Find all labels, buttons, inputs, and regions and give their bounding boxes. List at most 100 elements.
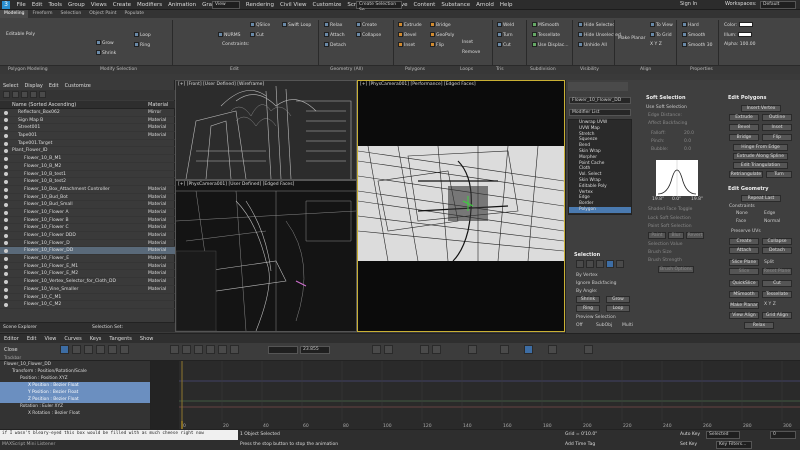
tangent-auto-icon[interactable] xyxy=(170,345,179,354)
unhide-all-button[interactable]: Unhide All xyxy=(578,42,607,48)
menu-civil-view[interactable]: Civil View xyxy=(277,0,309,10)
lock-selection-icon[interactable] xyxy=(524,345,533,354)
list-item[interactable]: Flower_10_Vertex_Selector_for_Cloth_DD Ma… xyxy=(0,278,175,286)
detach-button[interactable]: Detach xyxy=(324,42,346,48)
visibility-eye-icon[interactable] xyxy=(4,133,8,138)
menu-tools[interactable]: Tools xyxy=(45,0,65,10)
display-lights-icon[interactable] xyxy=(30,91,37,98)
paint-button[interactable]: Paint xyxy=(648,232,666,239)
affect-backfacing-checkbox[interactable]: Affect Backfacing xyxy=(648,121,687,126)
scale-values-icon[interactable] xyxy=(96,345,105,354)
by-angle-checkbox[interactable]: By Angle: xyxy=(576,289,598,294)
bevel-button[interactable]: Bevel xyxy=(398,32,417,38)
bubble-value[interactable]: 0.0 xyxy=(684,147,691,152)
value-field[interactable]: 23.855 xyxy=(300,346,330,354)
tab-freeform[interactable]: Freeform xyxy=(28,10,56,18)
visibility-eye-icon[interactable] xyxy=(4,126,8,131)
viewport-front[interactable]: [+] [Front] [User Defined] [Wireframe] xyxy=(175,80,357,180)
view-dropdown[interactable]: View xyxy=(212,1,240,9)
workspace-dropdown[interactable]: Default xyxy=(760,1,796,9)
frame-value-icon[interactable] xyxy=(432,345,441,354)
visibility-eye-icon[interactable] xyxy=(4,195,8,200)
viewport-label[interactable]: [+] [PhysCamera001] [Performance] [Edged… xyxy=(360,82,476,87)
sign-in-link[interactable]: Sign In xyxy=(680,1,697,7)
visibility-eye-icon[interactable] xyxy=(4,279,8,284)
visibility-eye-icon[interactable] xyxy=(4,264,8,269)
extrude-button[interactable]: Extrude xyxy=(398,22,422,28)
visibility-eye-icon[interactable] xyxy=(4,187,8,192)
grow-button[interactable]: Grow xyxy=(96,40,114,46)
menu-content[interactable]: Content xyxy=(410,0,438,10)
slice-plane-button[interactable]: Slice Plane xyxy=(729,259,759,266)
menu-customize[interactable]: Customize xyxy=(309,0,344,10)
use-soft-selection-checkbox[interactable]: Use Soft Selection xyxy=(646,105,687,110)
illum-field[interactable]: Illum: xyxy=(724,32,753,38)
edit-polygons-heading[interactable]: Edit Polygons xyxy=(728,95,766,101)
repeat-last-button[interactable]: Repeat Last xyxy=(741,195,781,202)
tangent-fast-icon[interactable] xyxy=(194,345,203,354)
constraint-edge-radio[interactable]: Edge xyxy=(764,211,775,216)
hinge-from-edge-button[interactable]: Hinge From Edge xyxy=(733,144,788,151)
edit-geometry-heading[interactable]: Edit Geometry xyxy=(728,186,769,192)
nurms-button[interactable]: NURMS xyxy=(218,32,241,38)
reset-plane-button[interactable]: Reset Plane xyxy=(762,268,792,275)
flip-poly-button[interactable]: Flip xyxy=(762,134,792,141)
track-row[interactable]: Rotation : Euler XYZ xyxy=(0,403,150,410)
hide-selected-button[interactable]: Hide Selected xyxy=(578,22,615,28)
track-row[interactable]: Position : Position XYZ xyxy=(0,375,150,382)
brush-options-button[interactable]: Brush Options xyxy=(658,266,694,273)
collapse-geo-button[interactable]: Collapse xyxy=(762,238,792,245)
alpha-field[interactable]: Alpha: 100.00 xyxy=(724,42,756,47)
menu-modifiers[interactable]: Modifiers xyxy=(134,0,165,10)
inset-button[interactable]: Inset xyxy=(398,42,415,48)
detach-geo-button[interactable]: Detach xyxy=(762,247,792,254)
menu-help[interactable]: Help xyxy=(497,0,516,10)
constraint-none-radio[interactable]: None xyxy=(736,211,748,216)
turn-poly-button[interactable]: Turn xyxy=(766,171,792,178)
column-name-header[interactable]: Name (Sorted Ascending) xyxy=(12,101,76,109)
menu-rendering[interactable]: Rendering xyxy=(243,0,277,10)
list-item[interactable]: Street001 Material xyxy=(0,124,175,133)
slice-button[interactable]: Slice xyxy=(729,268,759,275)
attach-geo-button[interactable]: Attach xyxy=(729,247,759,254)
shrink-selection-button[interactable]: Shrink xyxy=(576,296,600,303)
ring-selection-button[interactable]: Ring xyxy=(576,305,600,312)
tessellate-geo-button[interactable]: Tessellate xyxy=(762,291,792,298)
list-item[interactable]: Flower_10_Flower_E_M2 Material xyxy=(0,270,175,279)
list-item[interactable]: Sign Map B Material xyxy=(0,117,175,125)
revert-button[interactable]: Revert xyxy=(686,232,704,239)
menu-edit[interactable]: Edit xyxy=(29,0,46,10)
weld-button[interactable]: Weld xyxy=(497,22,514,28)
scene-explorer-menu-item[interactable]: Edit xyxy=(46,82,62,90)
planar-axis-buttons[interactable]: X Y Z xyxy=(764,302,776,307)
column-material-header[interactable]: Material xyxy=(148,101,168,109)
lock-soft-selection-checkbox[interactable]: Lock Soft Selection xyxy=(648,216,691,221)
visibility-eye-icon[interactable] xyxy=(4,149,8,154)
cut-geo-button[interactable]: Cut xyxy=(762,280,792,287)
extrude-poly-button[interactable]: Extrude xyxy=(729,114,759,121)
scene-explorer-menu-item[interactable]: Customize xyxy=(62,82,94,90)
constraint-normal-radio[interactable]: Normal xyxy=(764,219,780,224)
tessellate-button[interactable]: Tessellate xyxy=(532,32,560,38)
outline-button[interactable]: Outline xyxy=(762,114,792,121)
preview-multi-radio[interactable]: Multi xyxy=(622,323,633,328)
swift-loop-button[interactable]: Swift Loop xyxy=(282,22,311,28)
qslice-button[interactable]: QSlice xyxy=(250,22,270,28)
polygon-mode-icon[interactable] xyxy=(606,260,614,268)
msmooth-geo-button[interactable]: MSmooth xyxy=(729,291,759,298)
bevel-poly-button[interactable]: Bevel xyxy=(729,124,759,131)
list-item[interactable]: Reflectors_Box062 Mirror xyxy=(0,109,175,117)
add-keys-icon[interactable] xyxy=(108,345,117,354)
visibility-eye-icon[interactable] xyxy=(4,218,8,223)
list-item[interactable]: Flower_10_Vine_Smaller Material xyxy=(0,286,175,294)
visibility-eye-icon[interactable] xyxy=(4,179,8,184)
visibility-eye-icon[interactable] xyxy=(4,302,8,307)
msmooth-button[interactable]: MSmooth xyxy=(532,22,559,28)
list-item[interactable]: Flower_10_B_M2 xyxy=(0,163,175,171)
list-item[interactable]: Tape001 Material xyxy=(0,132,175,140)
create-geo-button[interactable]: Create xyxy=(729,238,759,245)
visibility-eye-icon[interactable] xyxy=(4,156,8,161)
close-button[interactable]: Close xyxy=(4,347,18,353)
viewport-camera-main[interactable]: [+] [PhysCamera001] [Performance] [Edged… xyxy=(357,80,565,332)
visibility-eye-icon[interactable] xyxy=(4,287,8,292)
